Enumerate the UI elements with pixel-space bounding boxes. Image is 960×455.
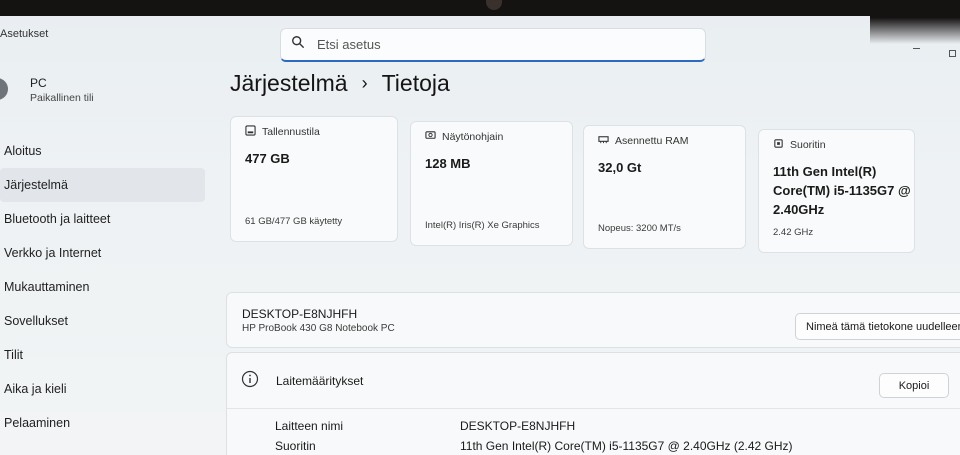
sidebar-item-tilit[interactable]: Tilit [0, 338, 205, 372]
sidebar-item-jarjestelma[interactable]: Järjestelmä [0, 168, 205, 202]
ram-card-header: Asennettu RAM [598, 134, 689, 148]
spec-value: 11th Gen Intel(R) Core(TM) i5-1135G7 @ 2… [460, 439, 793, 453]
device-specs-title: Laitemääritykset [276, 374, 364, 388]
storage-usage: 61 GB/477 GB käytetty [245, 216, 343, 227]
device-specs-panel: Laitemääritykset Kopioi Laitteen nimi DE… [226, 352, 960, 455]
copy-button[interactable]: Kopioi [879, 373, 949, 398]
storage-card[interactable]: Tallennustila 477 GB 61 GB/477 GB käytet… [230, 116, 398, 242]
app-title: Asetukset [0, 28, 49, 40]
search-icon [291, 35, 305, 54]
search-input[interactable] [317, 37, 677, 52]
cpu-value: 11th Gen Intel(R) Core(TM) i5-1135G7 @ 2… [773, 164, 911, 217]
breadcrumb-parent[interactable]: Järjestelmä [230, 70, 348, 97]
spec-key: Laitteen nimi [275, 419, 344, 433]
minimize-icon[interactable] [913, 48, 920, 49]
cpu-card[interactable]: Suoritin 11th Gen Intel(R) Core(TM) i5-1… [758, 129, 915, 253]
breadcrumb: Järjestelmä › Tietoja [230, 70, 450, 97]
sidebar-item-pelaaminen[interactable]: Pelaaminen [0, 406, 205, 440]
cpu-icon [773, 138, 790, 152]
avatar [0, 78, 8, 100]
sidebar-nav: Aloitus Järjestelmä Bluetooth ja laittee… [0, 134, 205, 440]
gpu-value: 128 MB [425, 156, 471, 171]
device-name-panel: DESKTOP-E8NJHFH HP ProBook 430 G8 Notebo… [226, 292, 960, 348]
sidebar-item-aloitus[interactable]: Aloitus [0, 134, 205, 168]
ram-card[interactable]: Asennettu RAM 32,0 Gt Nopeus: 3200 MT/s [583, 125, 746, 249]
storage-card-header: Tallennustila [245, 125, 320, 139]
ram-icon [598, 134, 615, 148]
gpu-title: Näytönohjain [442, 131, 504, 143]
breadcrumb-separator: › [361, 73, 368, 93]
sidebar-item-bluetooth[interactable]: Bluetooth ja laitteet [0, 202, 205, 236]
spec-key: Suoritin [275, 439, 316, 453]
spec-value: DESKTOP-E8NJHFH [460, 419, 576, 433]
bezel-corner [870, 0, 960, 44]
device-name: DESKTOP-E8NJHFH [242, 307, 358, 321]
maximize-icon[interactable] [949, 50, 956, 57]
rename-pc-button[interactable]: Nimeä tämä tietokone uudelleen [795, 313, 960, 340]
cpu-title: Suoritin [790, 139, 826, 151]
gpu-model: Intel(R) Iris(R) Xe Graphics [425, 220, 540, 231]
sidebar-item-mukauttaminen[interactable]: Mukauttaminen [0, 270, 205, 304]
screen-bezel [0, 0, 960, 16]
device-specs-header[interactable]: Laitemääritykset Kopioi [227, 353, 960, 409]
ram-speed: Nopeus: 3200 MT/s [598, 223, 681, 234]
sidebar-item-aika-ja-kieli[interactable]: Aika ja kieli [0, 372, 205, 406]
gpu-card[interactable]: Näytönohjain 128 MB Intel(R) Iris(R) Xe … [410, 121, 573, 246]
storage-title: Tallennustila [262, 126, 320, 138]
search-box[interactable] [280, 28, 706, 62]
cpu-frequency: 2.42 GHz [773, 227, 814, 238]
ram-value: 32,0 Gt [598, 160, 642, 175]
ram-title: Asennettu RAM [615, 135, 689, 147]
user-name: PC [30, 76, 47, 90]
account-type: Paikallinen tili [30, 92, 94, 104]
page-title: Tietoja [381, 70, 450, 96]
cpu-card-header: Suoritin [773, 138, 826, 152]
storage-icon [245, 125, 262, 139]
info-icon [241, 370, 259, 388]
sidebar-item-sovellukset[interactable]: Sovellukset [0, 304, 205, 338]
device-model: HP ProBook 430 G8 Notebook PC [242, 323, 395, 334]
gpu-card-header: Näytönohjain [425, 130, 503, 144]
storage-value: 477 GB [245, 151, 290, 166]
gpu-icon [425, 130, 442, 144]
sidebar-item-verkko[interactable]: Verkko ja Internet [0, 236, 205, 270]
